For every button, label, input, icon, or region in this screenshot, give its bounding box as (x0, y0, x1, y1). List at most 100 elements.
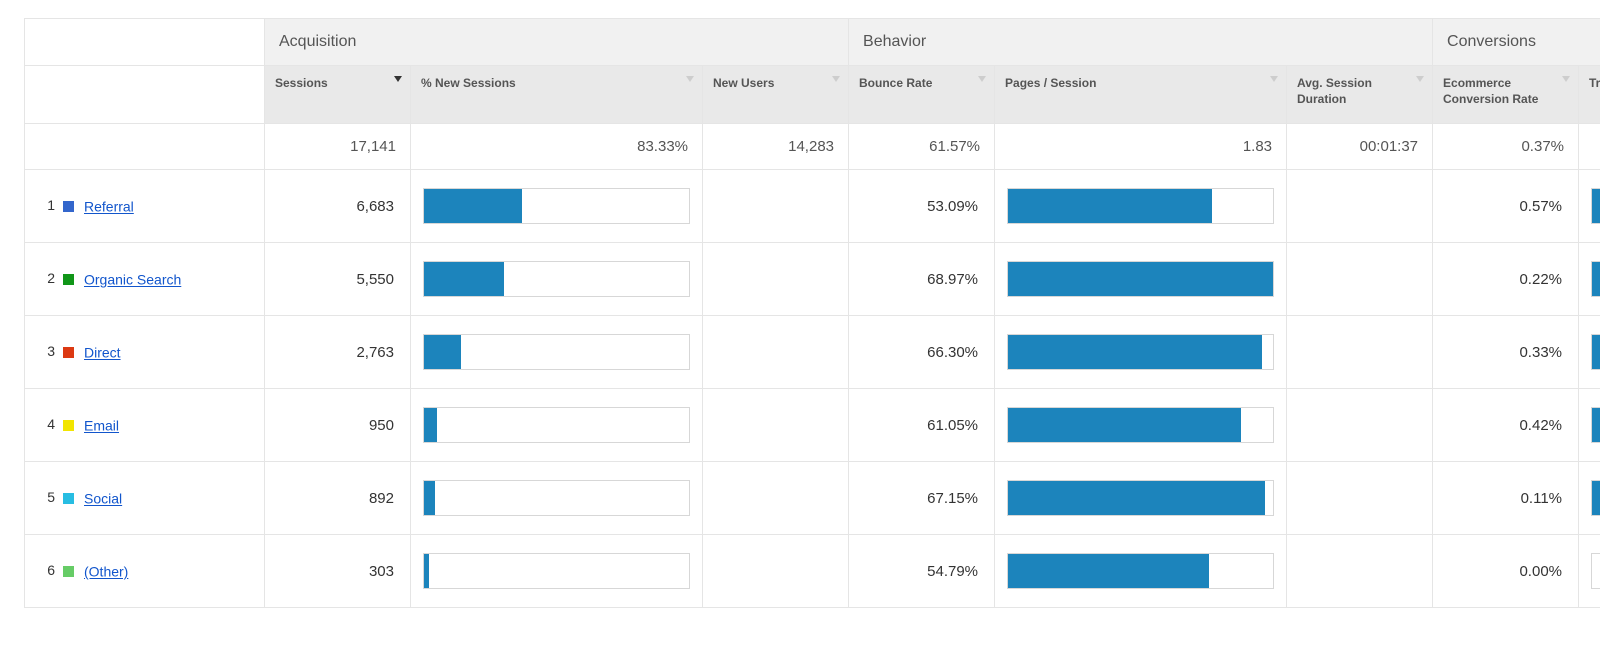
cell-pct-new-sessions-bar (411, 462, 703, 535)
cell-sessions: 892 (265, 462, 411, 535)
column-header-pct-new-sessions[interactable]: % New Sessions (411, 66, 703, 124)
cell-ecommerce-conversion-rate: 0.11% (1433, 462, 1579, 535)
sort-descending-icon (978, 76, 986, 82)
cell-pages-per-session-bar (995, 170, 1287, 243)
row-label-cell: 6 (Other) (25, 535, 265, 608)
bar-fill (1008, 554, 1209, 588)
cell-pages-per-session-bar (995, 535, 1287, 608)
cell-transactions-bar (1579, 243, 1600, 316)
column-group-header-row: Acquisition Behavior Conversions (25, 19, 1600, 66)
cell-sessions: 5,550 (265, 243, 411, 316)
cell-bounce-rate: 61.05% (849, 389, 995, 462)
cell-avg-session-duration (1287, 243, 1433, 316)
channel-link[interactable]: Email (84, 418, 119, 434)
column-header-avg-session-duration[interactable]: Avg. Session Duration (1287, 66, 1433, 124)
cell-ecommerce-conversion-rate: 0.33% (1433, 316, 1579, 389)
bar-chart (1591, 188, 1600, 224)
cell-pages-per-session-bar (995, 462, 1287, 535)
row-index: 3 (41, 343, 55, 359)
total-sessions: 17,141 (265, 124, 411, 170)
row-index: 1 (41, 197, 55, 213)
row-label-cell: 2 Organic Search (25, 243, 265, 316)
cell-ecommerce-conversion-rate: 0.42% (1433, 389, 1579, 462)
cell-new-users (703, 462, 849, 535)
sort-descending-icon (1562, 76, 1570, 82)
bar-chart (1591, 480, 1600, 516)
bar-fill (1592, 408, 1600, 442)
cell-pct-new-sessions-bar (411, 243, 703, 316)
cell-avg-session-duration (1287, 535, 1433, 608)
channel-link[interactable]: Social (84, 491, 122, 507)
cell-bounce-rate: 53.09% (849, 170, 995, 243)
cell-bounce-rate: 68.97% (849, 243, 995, 316)
row-label-cell: 5Social (25, 462, 265, 535)
cell-transactions-bar (1579, 462, 1600, 535)
legend-swatch-icon (63, 201, 74, 212)
cell-ecommerce-conversion-rate: 0.57% (1433, 170, 1579, 243)
cell-pct-new-sessions-bar (411, 389, 703, 462)
blank-cell (25, 66, 265, 124)
bar-chart (1591, 553, 1600, 589)
row-index: 2 (41, 270, 55, 286)
column-group-behavior: Behavior (849, 19, 1433, 66)
column-header-sessions[interactable]: Sessions (265, 66, 411, 124)
cell-sessions: 2,763 (265, 316, 411, 389)
bar-chart (1007, 407, 1274, 443)
bar-fill (424, 554, 429, 588)
cell-pct-new-sessions-bar (411, 535, 703, 608)
column-group-acquisition: Acquisition (265, 19, 849, 66)
column-group-conversions: Conversions (1433, 19, 1600, 66)
total-ecomm-rate: 0.37% (1433, 124, 1579, 170)
cell-avg-session-duration (1287, 389, 1433, 462)
channel-link[interactable]: Organic Search (84, 272, 181, 288)
cell-transactions-bar (1579, 389, 1600, 462)
sort-descending-icon (394, 76, 402, 82)
cell-pages-per-session-bar (995, 316, 1287, 389)
column-header-pages-per-session[interactable]: Pages / Session (995, 66, 1287, 124)
cell-ecommerce-conversion-rate: 0.00% (1433, 535, 1579, 608)
bar-chart (1007, 188, 1274, 224)
bar-chart (423, 334, 690, 370)
table-row: 6(Other)30354.79%0.00% (25, 535, 1600, 608)
sort-descending-icon (832, 76, 840, 82)
bar-chart (1591, 261, 1600, 297)
bar-chart (1007, 553, 1274, 589)
legend-swatch-icon (63, 274, 74, 285)
row-index: 6 (41, 562, 55, 578)
column-header-ecommerce-conversion-rate[interactable]: Ecommerce Conversion Rate (1433, 66, 1579, 124)
total-new-users: 14,283 (703, 124, 849, 170)
bar-chart (1007, 334, 1274, 370)
column-header-bounce-rate[interactable]: Bounce Rate (849, 66, 995, 124)
table-row: 4Email950 61.05% 0.42% (25, 389, 1600, 462)
column-header-transactions[interactable]: Transactions (1579, 66, 1600, 124)
column-header-new-users[interactable]: New Users (703, 66, 849, 124)
column-header-row: Sessions % New Sessions New Users Bounce… (25, 66, 1600, 124)
bar-chart (1591, 334, 1600, 370)
blank-cell (25, 124, 265, 170)
totals-row: 17,141 83.33% 14,283 61.57% 1.83 00:01:3… (25, 124, 1600, 170)
bar-fill (424, 189, 522, 223)
cell-transactions-bar (1579, 535, 1600, 608)
legend-swatch-icon (63, 347, 74, 358)
row-label-cell: 3 Direct (25, 316, 265, 389)
bar-fill (424, 262, 504, 296)
cell-new-users (703, 243, 849, 316)
cell-new-users (703, 389, 849, 462)
table-row: 5Social89267.15%0.11% (25, 462, 1600, 535)
cell-transactions-bar (1579, 316, 1600, 389)
channel-link[interactable]: (Other) (84, 564, 128, 580)
legend-swatch-icon (63, 566, 74, 577)
channel-link[interactable]: Direct (84, 345, 121, 361)
cell-pages-per-session-bar (995, 243, 1287, 316)
row-label-cell: 4Email (25, 389, 265, 462)
total-bounce: 61.57% (849, 124, 995, 170)
bar-chart (423, 480, 690, 516)
bar-chart (423, 407, 690, 443)
bar-fill (1008, 335, 1262, 369)
row-label-cell: 1 Referral (25, 170, 265, 243)
bar-fill (1008, 262, 1273, 296)
channel-link[interactable]: Referral (84, 199, 134, 215)
cell-sessions: 950 (265, 389, 411, 462)
cell-sessions: 303 (265, 535, 411, 608)
bar-fill (1592, 335, 1600, 369)
